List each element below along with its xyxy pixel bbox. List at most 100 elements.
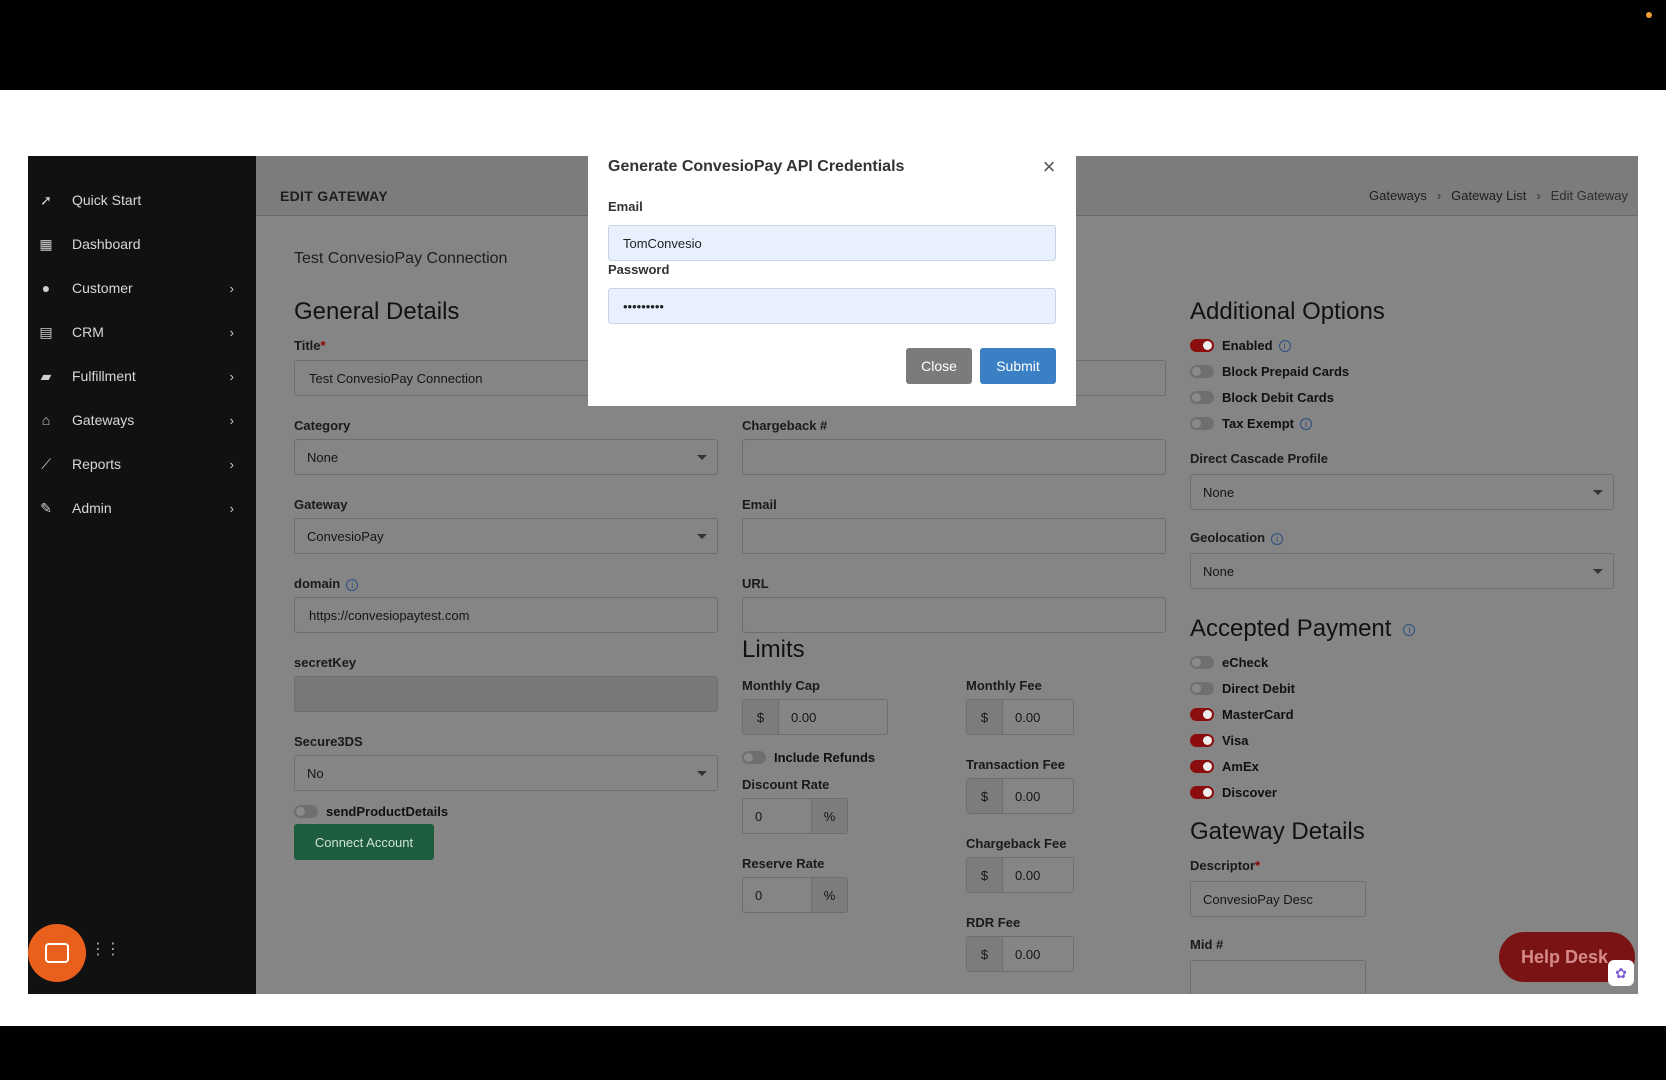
- discover-label: Discover: [1222, 785, 1277, 800]
- screen-top-bar: [0, 0, 1666, 90]
- visa-toggle-row[interactable]: Visa: [1190, 733, 1249, 748]
- sidebar-item-quick-start[interactable]: ➚ Quick Start: [28, 180, 256, 220]
- sidebar-item-label: Reports: [72, 456, 122, 472]
- block-debit-toggle-row[interactable]: Block Debit Cards: [1190, 390, 1334, 405]
- breadcrumb-gateways[interactable]: Gateways: [1369, 188, 1427, 203]
- mastercard-toggle[interactable]: [1190, 708, 1214, 721]
- block-debit-toggle[interactable]: [1190, 391, 1214, 404]
- tax-exempt-toggle-row[interactable]: Tax Exempt i: [1190, 416, 1313, 431]
- echeck-toggle[interactable]: [1190, 656, 1214, 669]
- modal-email-label: Email: [608, 199, 643, 214]
- rdr-fee-input[interactable]: $ 0.00: [966, 936, 1074, 972]
- secure3ds-value: No: [307, 765, 324, 781]
- page-title: EDIT GATEWAY: [280, 188, 388, 204]
- sidebar-item-reports[interactable]: ⟋ Reports ›: [28, 444, 256, 484]
- info-icon[interactable]: i: [1271, 533, 1284, 545]
- domain-input[interactable]: https://convesiopaytest.com: [294, 597, 718, 633]
- tax-exempt-toggle[interactable]: [1190, 417, 1214, 430]
- visa-toggle[interactable]: [1190, 734, 1214, 747]
- help-widget-icon[interactable]: ✿: [1608, 960, 1634, 986]
- connect-account-button[interactable]: Connect Account: [294, 824, 434, 860]
- amex-toggle-row[interactable]: AmEx: [1190, 759, 1259, 774]
- modal-close-button[interactable]: Close: [906, 348, 972, 384]
- drag-handle-icon[interactable]: ⋮⋮: [90, 942, 121, 958]
- currency-prefix: $: [967, 937, 1003, 971]
- breadcrumb-separator-icon: ›: [1436, 188, 1442, 203]
- send-product-details-toggle[interactable]: [294, 805, 318, 818]
- discover-toggle-row[interactable]: Discover: [1190, 785, 1277, 800]
- breadcrumb-current: Edit Gateway: [1550, 188, 1628, 203]
- visa-label: Visa: [1222, 733, 1249, 748]
- truck-icon: ▰: [40, 367, 52, 384]
- email-input[interactable]: [742, 518, 1166, 554]
- gateway-value: ConvesioPay: [307, 528, 384, 544]
- percent-suffix: %: [811, 878, 847, 912]
- sidebar-item-customer[interactable]: ● Customer ›: [28, 268, 256, 308]
- sidebar-item-admin[interactable]: ✎ Admin ›: [28, 488, 256, 528]
- chevron-right-icon: ›: [229, 500, 234, 516]
- secret-key-input[interactable]: [294, 676, 718, 712]
- breadcrumb-gateway-list[interactable]: Gateway List: [1451, 188, 1526, 203]
- reserve-rate-label: Reserve Rate: [742, 856, 825, 871]
- monthly-fee-input[interactable]: $ 0.00: [966, 699, 1074, 735]
- cascade-profile-label: Direct Cascade Profile: [1190, 451, 1329, 466]
- geolocation-select[interactable]: None: [1190, 553, 1614, 589]
- chevron-down-icon: [1593, 490, 1603, 495]
- block-prepaid-toggle[interactable]: [1190, 365, 1214, 378]
- direct-debit-toggle[interactable]: [1190, 682, 1214, 695]
- monthly-cap-input[interactable]: $ 0.00: [742, 699, 888, 735]
- sidebar-item-label: Gateways: [72, 412, 135, 428]
- close-icon[interactable]: ×: [1040, 156, 1058, 178]
- sidebar-item-gateways[interactable]: ⌂ Gateways ›: [28, 400, 256, 440]
- block-prepaid-toggle-row[interactable]: Block Prepaid Cards: [1190, 364, 1349, 379]
- info-icon[interactable]: i: [1278, 339, 1291, 352]
- modal-password-input[interactable]: [608, 288, 1056, 324]
- include-refunds-toggle-row[interactable]: Include Refunds: [742, 750, 875, 765]
- include-refunds-toggle[interactable]: [742, 751, 766, 764]
- enabled-toggle-row[interactable]: Enabled i: [1190, 338, 1291, 353]
- send-product-details-toggle-row[interactable]: sendProductDetails: [294, 804, 448, 819]
- rocket-icon: ➚: [40, 191, 52, 208]
- amex-toggle[interactable]: [1190, 760, 1214, 773]
- accepted-payment-heading: Accepted Payment i: [1190, 615, 1416, 643]
- sidebar-item-dashboard[interactable]: ▦ Dashboard: [28, 224, 256, 264]
- currency-prefix: $: [967, 779, 1003, 813]
- mastercard-toggle-row[interactable]: MasterCard: [1190, 707, 1294, 722]
- cascade-profile-select[interactable]: None: [1190, 474, 1614, 510]
- gateway-select[interactable]: ConvesioPay: [294, 518, 718, 554]
- info-icon[interactable]: i: [346, 579, 359, 591]
- secure3ds-label: Secure3DS: [294, 734, 363, 749]
- modal-email-input[interactable]: [608, 225, 1056, 261]
- secure3ds-select[interactable]: No: [294, 755, 718, 791]
- chat-button[interactable]: [28, 924, 86, 982]
- discount-rate-input[interactable]: 0 %: [742, 798, 848, 834]
- chargeback-fee-label: Chargeback Fee: [966, 836, 1067, 851]
- discover-toggle[interactable]: [1190, 786, 1214, 799]
- echeck-label: eCheck: [1222, 655, 1269, 670]
- reserve-rate-input[interactable]: 0 %: [742, 877, 848, 913]
- mastercard-label: MasterCard: [1222, 707, 1294, 722]
- info-icon[interactable]: i: [1403, 623, 1416, 636]
- enabled-toggle[interactable]: [1190, 339, 1214, 352]
- descriptor-input[interactable]: ConvesioPay Desc: [1190, 881, 1366, 917]
- sidebar-item-crm[interactable]: ▤ CRM ›: [28, 312, 256, 352]
- amex-label: AmEx: [1222, 759, 1259, 774]
- chargeback-fee-value: 0.00: [1015, 867, 1041, 883]
- transaction-fee-label: Transaction Fee: [966, 757, 1065, 772]
- sidebar-item-fulfillment[interactable]: ▰ Fulfillment ›: [28, 356, 256, 396]
- modal-submit-button[interactable]: Submit: [980, 348, 1056, 384]
- echeck-toggle-row[interactable]: eCheck: [1190, 655, 1268, 670]
- direct-debit-toggle-row[interactable]: Direct Debit: [1190, 681, 1295, 696]
- screen-bottom-bar: [0, 1026, 1666, 1080]
- wrench-icon: ✎: [40, 499, 52, 516]
- transaction-fee-input[interactable]: $ 0.00: [966, 778, 1074, 814]
- category-select[interactable]: None: [294, 439, 718, 475]
- chevron-right-icon: ›: [229, 280, 234, 296]
- chargeback-fee-input[interactable]: $ 0.00: [966, 857, 1074, 893]
- mid-number-input[interactable]: [1190, 960, 1366, 994]
- url-input[interactable]: [742, 597, 1166, 633]
- chargeback-number-input[interactable]: [742, 439, 1166, 475]
- secret-key-label: secretKey: [294, 655, 357, 670]
- currency-prefix: $: [967, 700, 1003, 734]
- info-icon[interactable]: i: [1300, 417, 1313, 430]
